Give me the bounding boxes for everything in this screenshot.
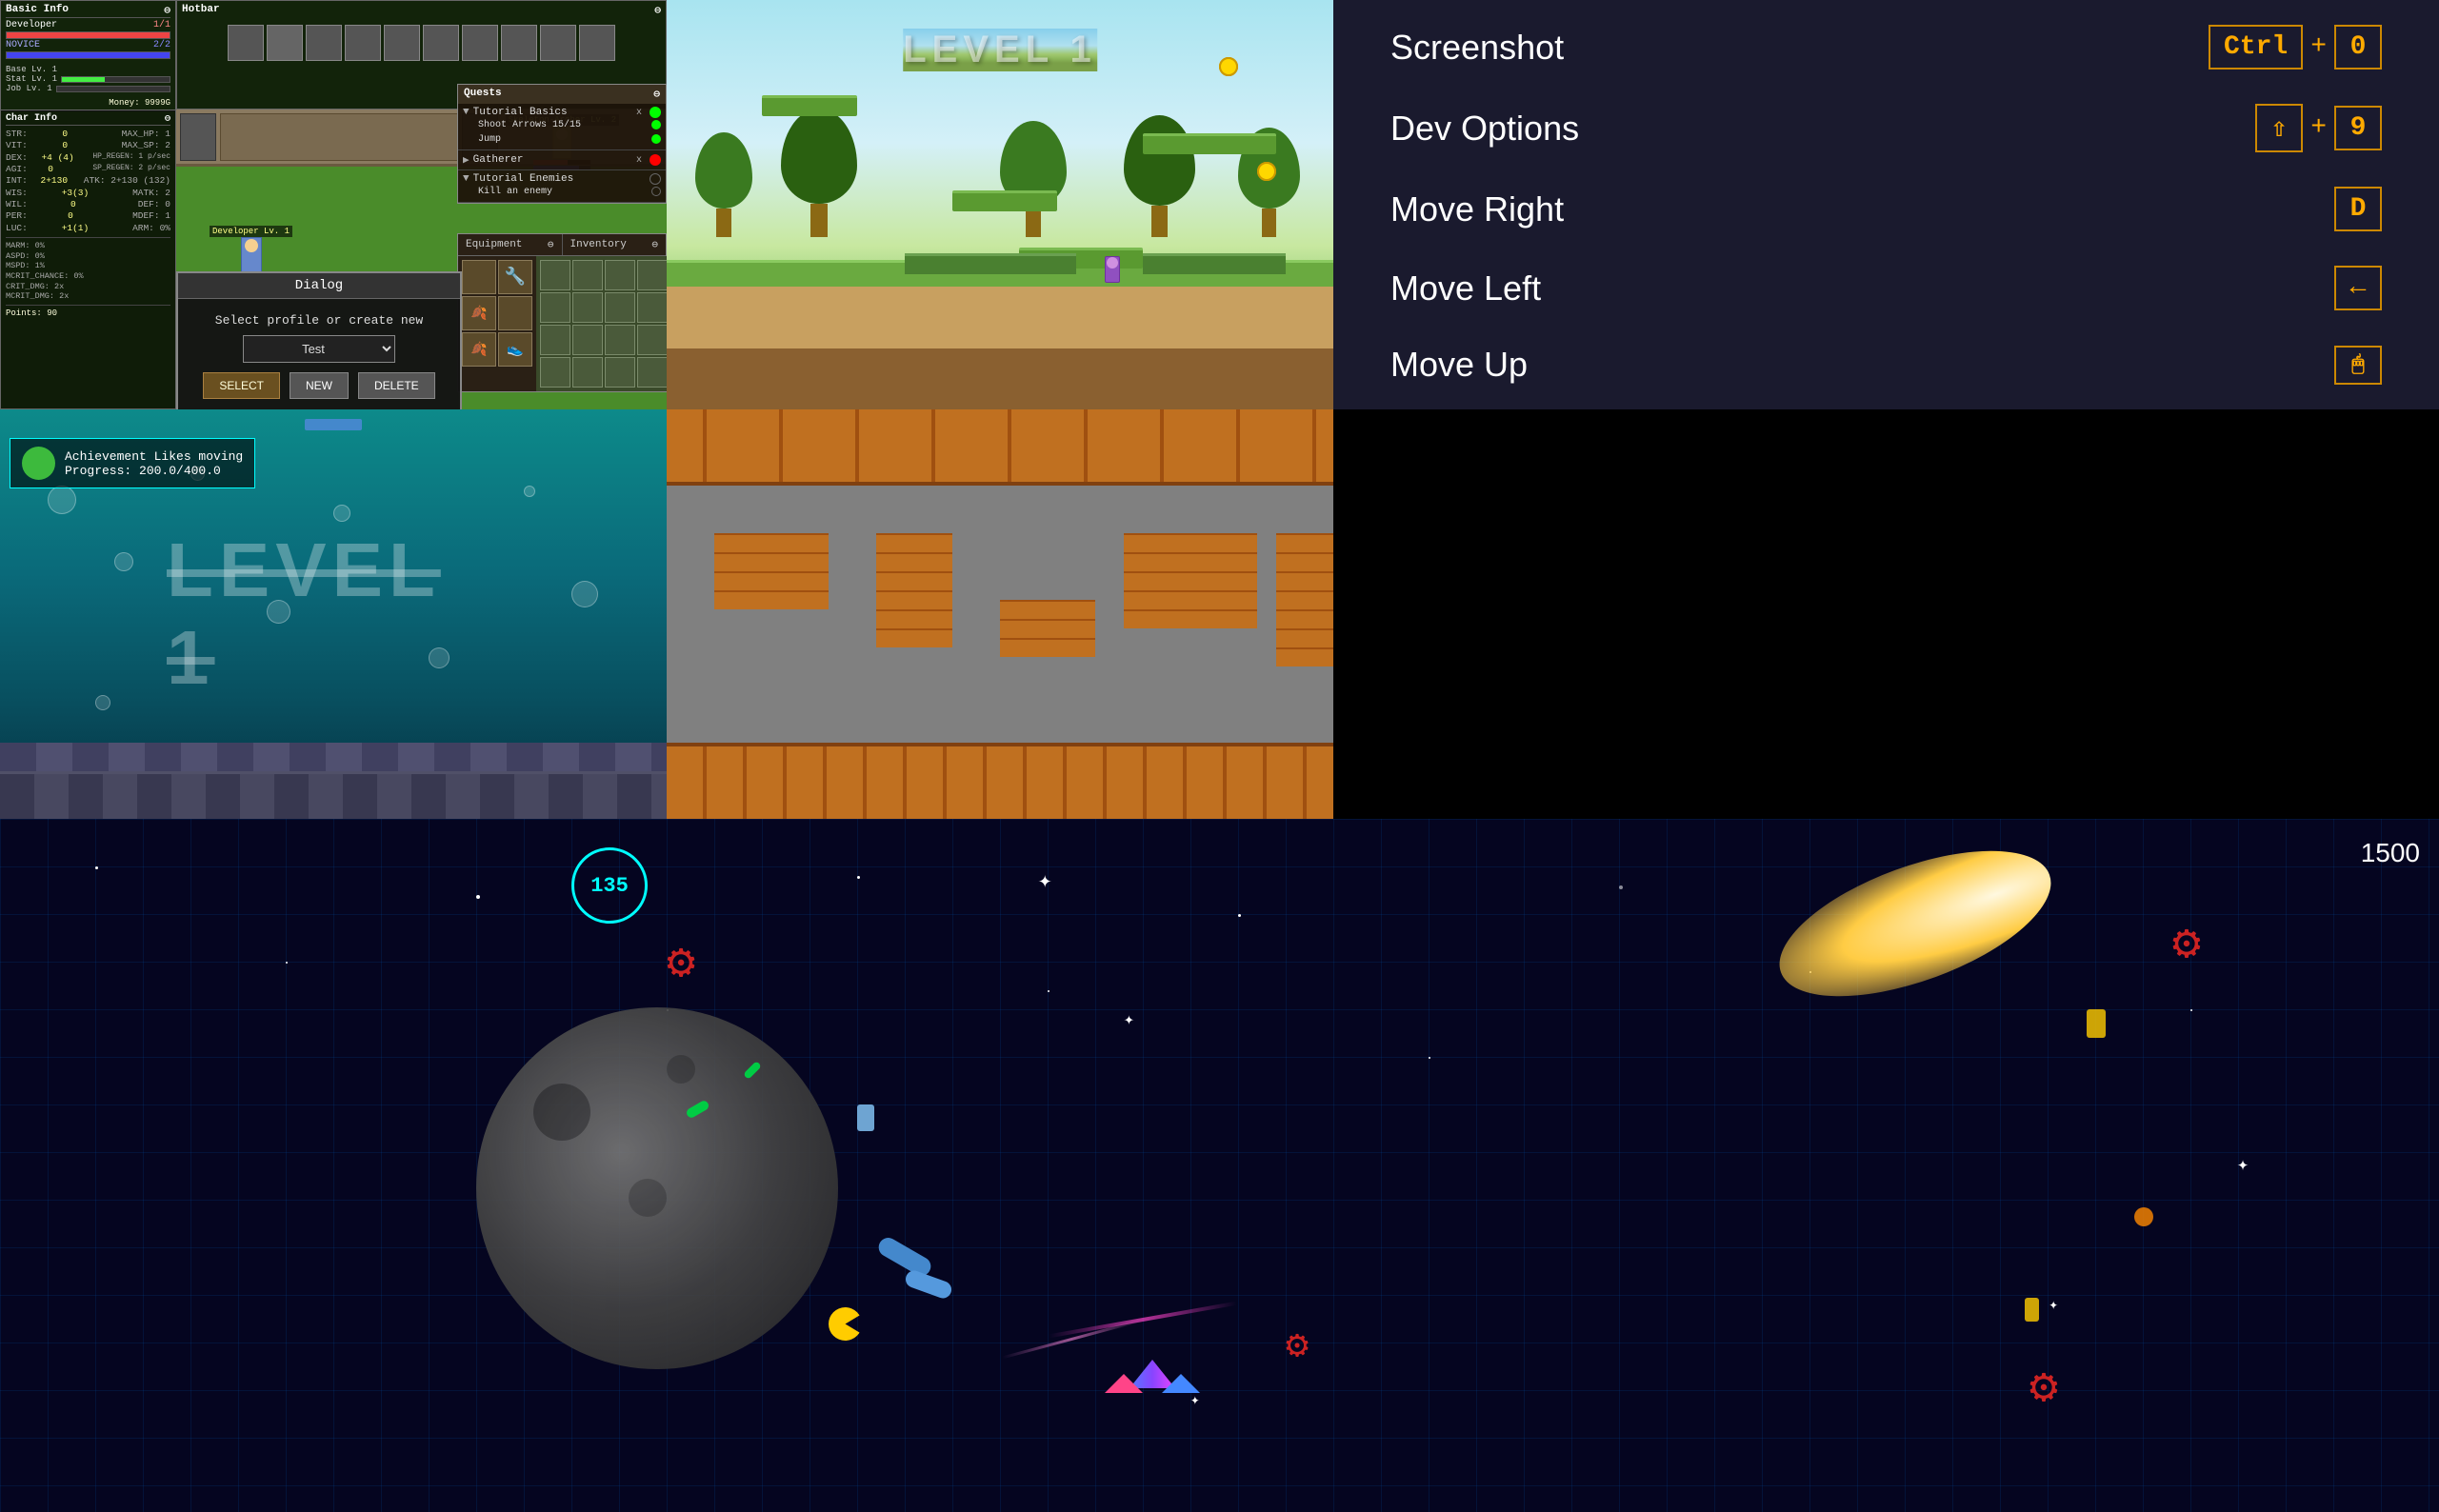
hotbar-slot[interactable]: [345, 25, 381, 61]
new-button[interactable]: NEW: [290, 372, 349, 399]
dialog-panel: Dialog Select profile or create new Test…: [176, 271, 462, 409]
points-display: Points: 90: [6, 308, 170, 319]
move-right-control: Move Right D: [1390, 179, 2382, 239]
achievement-progress: Progress: 200.0/400.0: [65, 464, 243, 478]
hp-value: 1/1: [153, 20, 170, 30]
sparkle-icon: ✦: [1038, 866, 1051, 895]
quest-item: ▶ Gatherer x: [458, 150, 666, 170]
basic-info-title: Basic Info ⊖: [6, 4, 170, 18]
equip-inv-panel: Equipment ⊖ Inventory ⊖ 🔧 🍂: [457, 233, 667, 392]
sparkle-icon: ✦: [1124, 1009, 1134, 1030]
enemy-gear-icon: ⚙: [2172, 914, 2201, 973]
quest-item: ▼ Tutorial Basics x Shoot Arrows 15/15 J…: [458, 104, 666, 150]
controls-panel: Screenshot Ctrl + 0 Dev Options ⇧ + 9 Mo…: [1333, 0, 2439, 409]
screenshot-key3: 0: [2334, 25, 2382, 70]
hotbar-slot[interactable]: [501, 25, 537, 61]
move-up-label: Move Up: [1390, 345, 1528, 385]
quests-title: Quests: [464, 88, 502, 101]
enemy-gear-icon: ⚙: [1286, 1323, 1309, 1369]
inventory-tab[interactable]: Inventory ⊖: [563, 234, 667, 255]
pacman-character: [829, 1307, 862, 1341]
delete-button[interactable]: DELETE: [358, 372, 435, 399]
mp-value: 2/2: [153, 40, 170, 50]
select-button[interactable]: SELECT: [203, 372, 280, 399]
equipment-tab[interactable]: Equipment ⊖: [458, 234, 562, 255]
stat-lv: Stat Lv. 1: [6, 74, 170, 84]
move-right-key: D: [2334, 187, 2382, 231]
char-info-panel: Char Info ⊖ STR:0MAX_HP: 1 VIT:0MAX_SP: …: [0, 109, 176, 409]
enemy-gear-icon: ⚙: [667, 933, 695, 992]
hotbar-slot[interactable]: [579, 25, 615, 61]
dev-options-key3: 9: [2334, 106, 2382, 150]
achievement-title: Achievement Likes moving: [65, 449, 243, 464]
move-up-control: Move Up 🖱: [1390, 337, 2382, 392]
enemy-gear-icon: ⚙: [2029, 1358, 2058, 1417]
char-info-title: Char Info: [6, 113, 57, 125]
moon: [476, 1007, 838, 1369]
player-ship: [1095, 1341, 1210, 1398]
player-label: Developer Lv. 1: [210, 226, 292, 237]
grid-overlay: [0, 819, 2439, 1512]
score-display: 1500: [2361, 838, 2420, 868]
platform-level-text: LEVEL 1: [903, 29, 1097, 71]
move-up-key: 🖱: [2334, 346, 2382, 385]
dialog-title: Dialog: [178, 273, 460, 299]
achievement-box: Achievement Likes moving Progress: 200.0…: [10, 438, 255, 488]
profile-select[interactable]: Test: [243, 335, 395, 363]
hotbar-slot[interactable]: [540, 25, 576, 61]
move-left-control: Move Left ←: [1390, 258, 2382, 318]
job-lv: Job Lv. 1: [6, 84, 170, 93]
dialog-message: Select profile or create new: [192, 313, 446, 328]
base-lv: Base Lv. 1: [6, 65, 170, 74]
hotbar-slot[interactable]: [384, 25, 420, 61]
move-right-label: Move Right: [1390, 189, 1564, 229]
move-left-key: ←: [2334, 266, 2382, 310]
screenshot-key1: Ctrl: [2209, 25, 2303, 70]
hotbar-slot[interactable]: [267, 25, 303, 61]
hotbar-slot[interactable]: [423, 25, 459, 61]
hotbar-slot[interactable]: [462, 25, 498, 61]
hotbar-slots: [182, 25, 661, 61]
basic-info-panel: Basic Info ⊖ Developer 1/1 NOVICE 2/2 Ba…: [0, 0, 176, 111]
sparkle-icon: ✦: [2049, 1295, 2058, 1314]
equipment-label: Equipment: [466, 239, 522, 250]
achievement-icon: [22, 447, 55, 480]
underwater-game-panel: LEVEL 1 Achievement Likes moving Progres…: [0, 409, 667, 819]
dev-options-label: Dev Options: [1390, 109, 1579, 149]
sparkle-icon: ✦: [2237, 1152, 2249, 1177]
quest-item: ▼ Tutorial Enemies Kill an enemy: [458, 170, 666, 203]
screenshot-label: Screenshot: [1390, 28, 1564, 68]
char-name: Developer: [6, 20, 57, 30]
money-display: Money: 9999G: [6, 98, 170, 108]
platform-game-panel: LEVEL 1: [667, 0, 1333, 409]
rank-label: NOVICE: [6, 40, 40, 50]
hotbar-slot[interactable]: [306, 25, 342, 61]
underwater-level-text: LEVEL 1: [167, 527, 500, 702]
inventory-label: Inventory: [570, 239, 627, 250]
rpg-game-panel: Skeleton-Archer Lv. 2 Developer Lv. 1 Ba…: [0, 0, 667, 409]
health-circle: 135: [571, 847, 648, 924]
dev-options-control: Dev Options ⇧ + 9: [1390, 96, 2382, 160]
space-game-large-panel: ✦ ✦ ✦ ✦ ✦ ⚙ ⚙ ⚙ ⚙: [0, 819, 2439, 1512]
screenshot-control: Screenshot Ctrl + 0: [1390, 17, 2382, 77]
quests-panel: Quests ⊖ ▼ Tutorial Basics x Shoot Arrow…: [457, 84, 667, 204]
hotbar-slot[interactable]: [228, 25, 264, 61]
dev-options-key1: ⇧: [2255, 104, 2303, 152]
hotbar-title: Hotbar: [182, 4, 220, 17]
move-left-label: Move Left: [1390, 269, 1541, 308]
